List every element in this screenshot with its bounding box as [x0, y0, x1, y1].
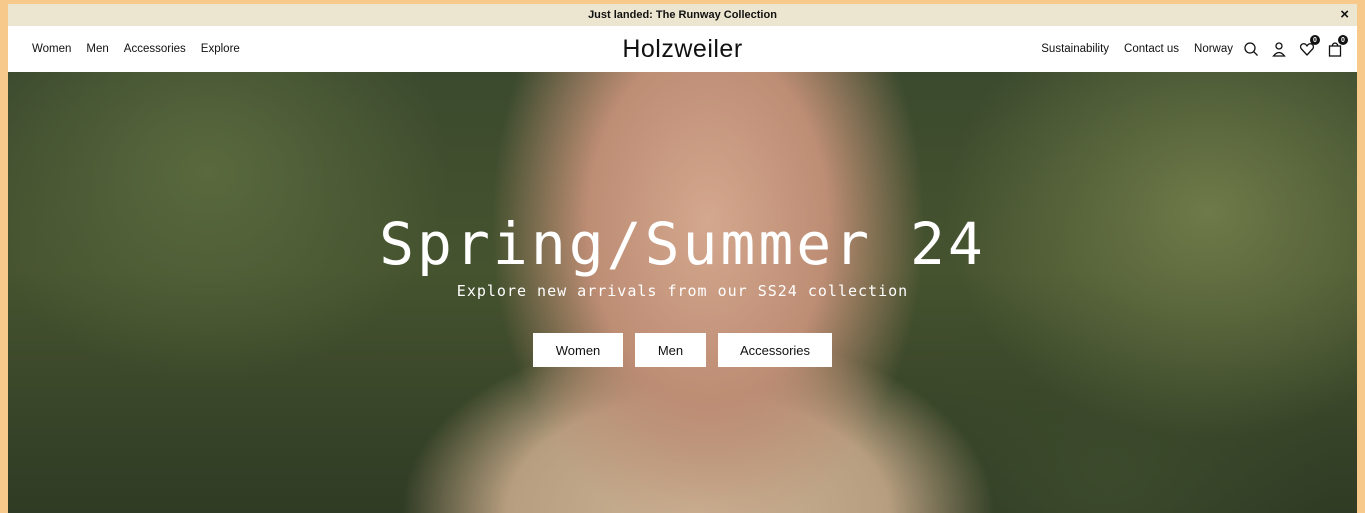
nav-sustainability[interactable]: Sustainability	[1041, 43, 1109, 55]
bag-count-badge: 0	[1338, 35, 1348, 45]
hero-banner: Spring/Summer 24 Explore new arrivals fr…	[8, 72, 1357, 513]
announcement-text[interactable]: Just landed: The Runway Collection	[588, 9, 777, 21]
country-selector[interactable]: Norway	[1194, 43, 1233, 55]
hero-title: Spring/Summer 24	[379, 210, 986, 278]
shop-women-button[interactable]: Women	[533, 333, 623, 367]
wishlist-count-badge: 0	[1310, 35, 1320, 45]
nav-contact-us[interactable]: Contact us	[1124, 43, 1179, 55]
utility-nav: Sustainability Contact us Norway	[1041, 26, 1233, 72]
user-icon[interactable]	[1271, 41, 1287, 57]
close-icon[interactable]: ×	[1340, 7, 1349, 23]
heart-icon[interactable]: 0	[1299, 35, 1320, 57]
shop-men-button[interactable]: Men	[635, 333, 706, 367]
shop-accessories-button[interactable]: Accessories	[718, 333, 832, 367]
site-header: Women Men Accessories Explore Holzweiler…	[8, 26, 1357, 73]
hero-subtitle: Explore new arrivals from our SS24 colle…	[456, 282, 909, 300]
announcement-bar: Just landed: The Runway Collection ×	[8, 4, 1357, 26]
page-frame: Just landed: The Runway Collection × Wom…	[8, 4, 1357, 513]
search-icon[interactable]	[1243, 41, 1259, 57]
hero-cta-group: Women Men Accessories	[8, 333, 1357, 367]
shopping-bag-icon[interactable]: 0	[1327, 35, 1348, 57]
header-icons: 0 0	[1243, 26, 1348, 72]
